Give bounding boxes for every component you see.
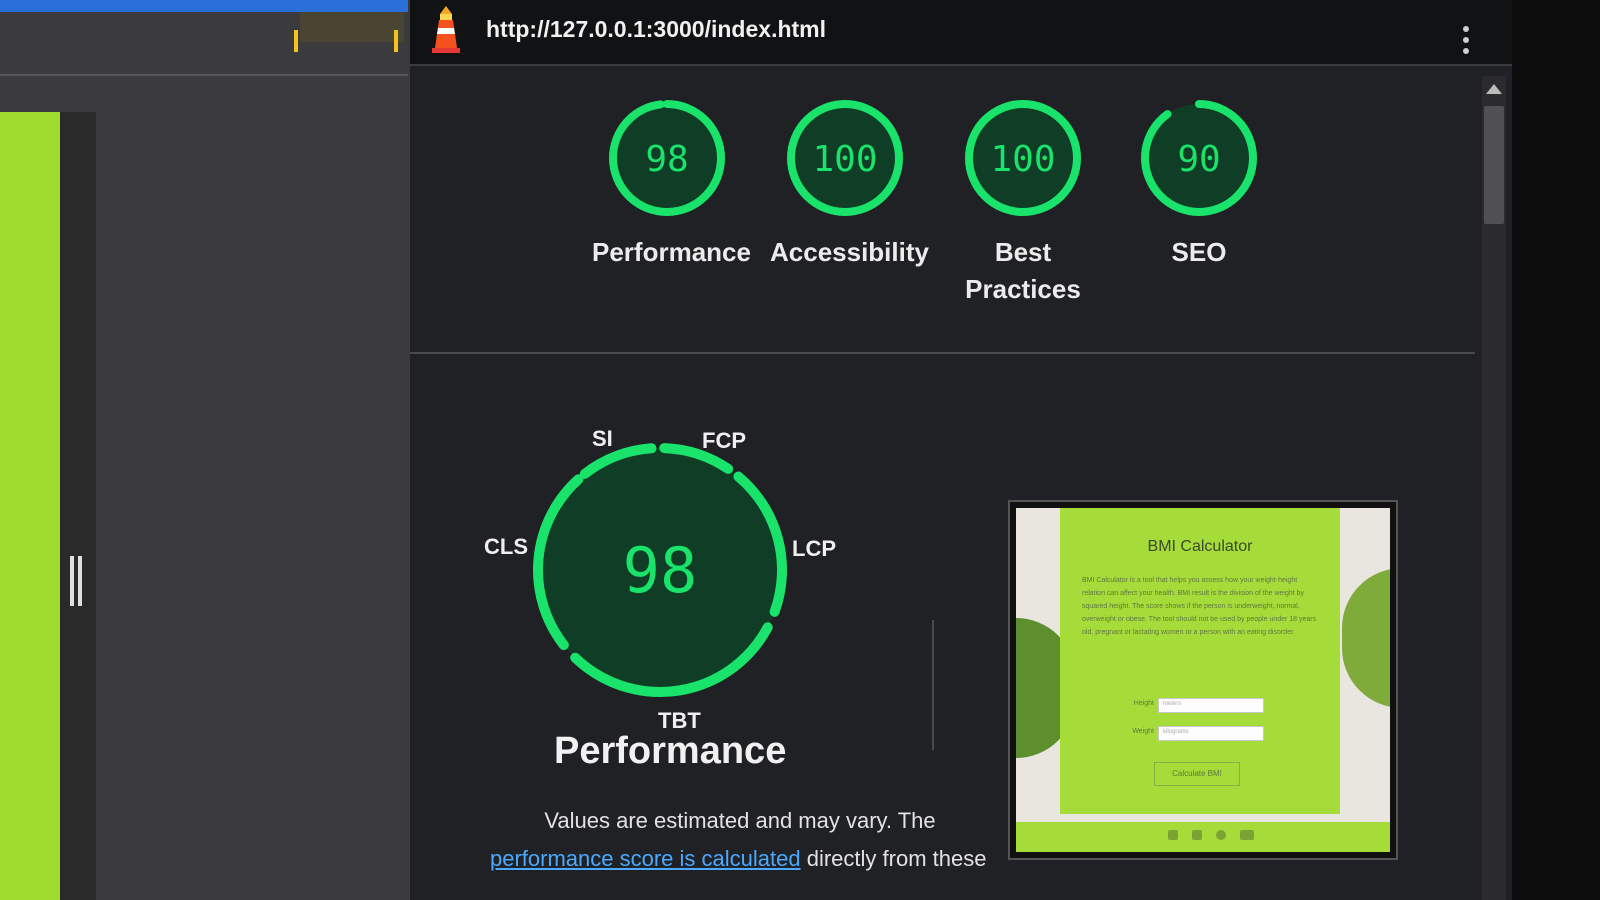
report-topbar: http://127.0.0.1:3000/index.html (410, 0, 1514, 66)
performance-big-gauge: 98 (533, 443, 787, 697)
weight-label: Weight (1132, 728, 1154, 735)
final-screenshot-thumbnail[interactable]: BMI Calculator BMI Calculator is a tool … (1008, 500, 1398, 860)
category-label: Performance (592, 237, 751, 267)
category-score: 100 (812, 139, 877, 180)
metric-label-cls[interactable]: CLS (484, 534, 528, 560)
score-ring: 98 (609, 100, 725, 216)
category-score: 98 (645, 139, 688, 180)
performance-title: Performance (554, 730, 787, 772)
score-calculation-link[interactable]: performance score is calculated (490, 846, 801, 871)
metric-label-fcp[interactable]: FCP (702, 428, 746, 454)
timeline-bar (0, 0, 408, 12)
score-ring: 100 (787, 100, 903, 216)
devtools-left-pane (0, 0, 408, 900)
height-placeholder: meters (1163, 701, 1182, 707)
scroll-thumb[interactable] (1484, 106, 1504, 224)
timeline-marker-start[interactable] (294, 30, 298, 52)
category-label: SEO (1171, 237, 1227, 267)
category-label: Best Practices (965, 237, 1081, 304)
page-preview-strip (0, 112, 60, 900)
gauge-accessibility[interactable]: 100 Accessibility (770, 96, 929, 271)
gauge-best-practices[interactable]: 100 Best Practices (948, 96, 1098, 308)
calculate-bmi-button: Calculate BMI (1154, 762, 1240, 786)
category-score: 100 (990, 139, 1055, 180)
weight-row: Weight kilograms (1110, 726, 1310, 742)
height-row: Height meters (1110, 698, 1310, 714)
weight-input: kilograms (1158, 726, 1264, 741)
performance-detail: 98 SI FCP CLS LCP TBT Performance Values… (484, 420, 986, 900)
weight-placeholder: kilograms (1163, 729, 1189, 735)
bmi-footer (1016, 822, 1390, 852)
height-input: meters (1158, 698, 1264, 713)
bmi-description: BMI Calculator is a tool that helps you … (1082, 577, 1317, 636)
scroll-up-arrow-icon[interactable] (1486, 84, 1502, 94)
note-line-1: Values are estimated and may vary. The (544, 808, 936, 833)
bmi-title: BMI Calculator (1147, 538, 1253, 555)
bmi-card: BMI Calculator BMI Calculator is a tool … (1060, 508, 1340, 814)
category-label: Accessibility (770, 237, 929, 267)
more-menu-icon[interactable] (1460, 26, 1472, 62)
score-ring: 90 (1141, 100, 1257, 216)
monitor-bezel (1512, 0, 1600, 900)
lighthouse-report-panel: http://127.0.0.1:3000/index.html 98 Perfo… (408, 0, 1514, 900)
screenshot-content: BMI Calculator BMI Calculator is a tool … (1016, 508, 1390, 852)
score-ring: 100 (965, 100, 1081, 216)
facebook-icon (1168, 830, 1178, 840)
timeline-marker-end[interactable] (394, 30, 398, 52)
height-label: Height (1133, 700, 1154, 707)
gauge-performance[interactable]: 98 Performance (592, 96, 751, 271)
gauge-seo[interactable]: 90 SEO (1124, 96, 1274, 271)
note-line-2: directly from these (806, 846, 987, 871)
scrollbar[interactable] (1482, 76, 1506, 900)
performance-big-score: 98 (623, 534, 698, 607)
metric-label-lcp[interactable]: LCP (792, 536, 836, 562)
performance-note: Values are estimated and may vary. The p… (490, 802, 1010, 878)
pane-divider (0, 74, 408, 76)
instagram-icon (1216, 830, 1226, 840)
category-score: 90 (1177, 139, 1220, 180)
timeline-selection[interactable] (294, 12, 404, 52)
avocado-image (1342, 568, 1390, 708)
youtube-icon (1240, 830, 1254, 840)
lighthouse-icon (432, 6, 460, 53)
metric-label-si[interactable]: SI (592, 426, 613, 452)
section-divider (410, 352, 1475, 354)
twitter-icon (1192, 830, 1202, 840)
vertical-divider (932, 620, 934, 750)
resize-handle[interactable] (70, 556, 82, 606)
report-url: http://127.0.0.1:3000/index.html (486, 16, 827, 42)
page-gutter (60, 112, 96, 900)
